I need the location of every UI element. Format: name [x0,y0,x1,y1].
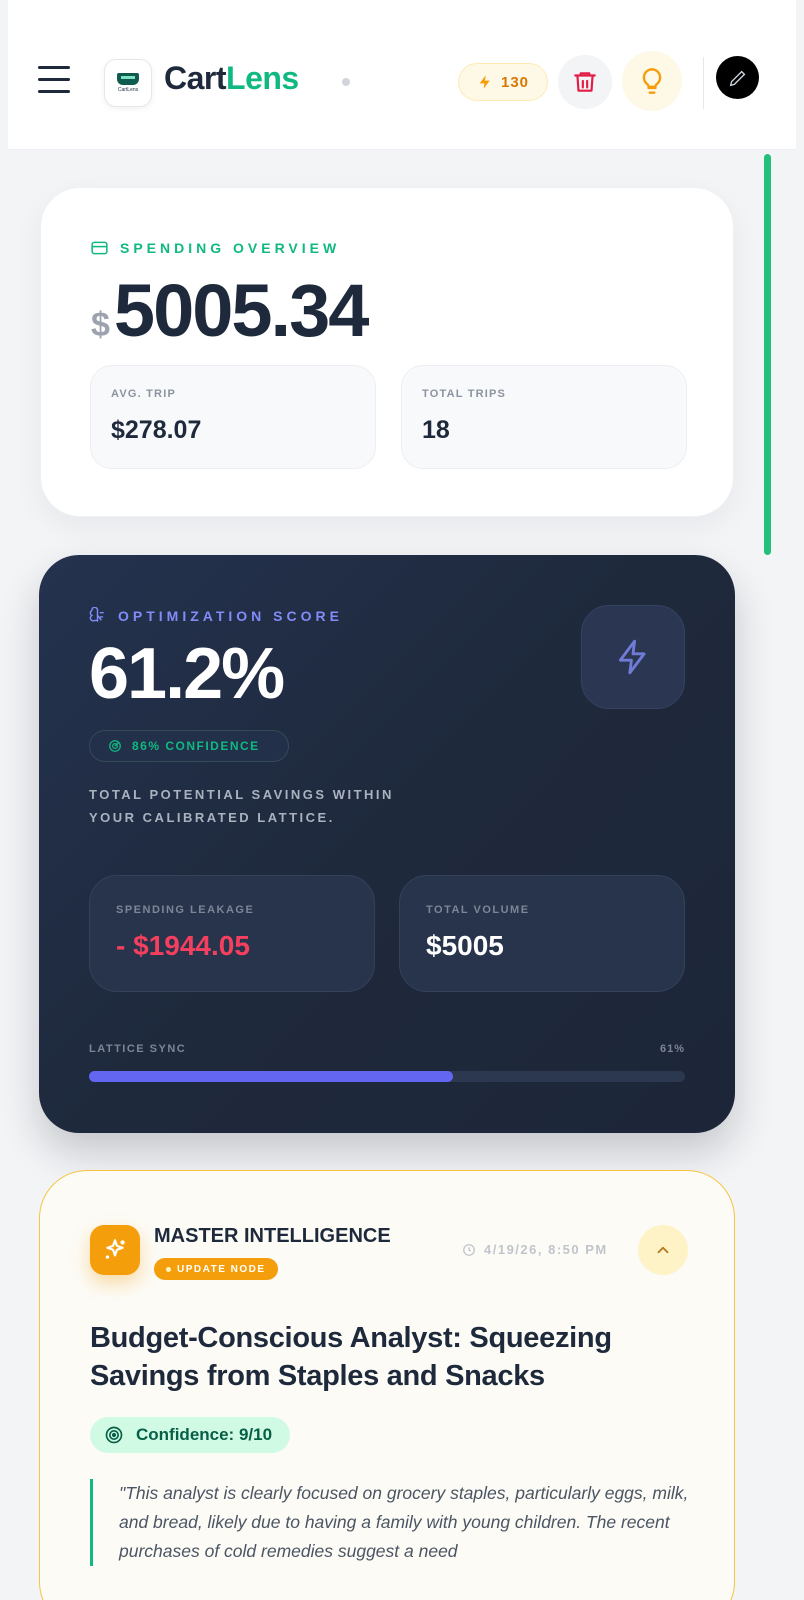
logo-mini-text: CartLens [117,87,139,93]
spending-label: SPENDING OVERVIEW [120,240,341,256]
insight-headline: Budget-Conscious Analyst: Squeezing Savi… [90,1322,612,1392]
points-value: 130 [500,73,530,91]
bolt-outline-icon [618,639,646,675]
volume-value: $5005 [426,930,504,961]
user-avatar[interactable] [716,56,759,99]
brand-name: CartLens [164,60,299,97]
total-trips-label: TOTAL TRIPS [422,388,507,400]
insight-quote: "This analyst is clearly focused on groc… [90,1479,690,1566]
trash-button[interactable] [558,55,612,109]
optimization-score: 61.2% [89,634,285,714]
chevron-up-icon [657,1246,669,1254]
avatar-pen-icon [729,70,745,86]
avg-trip-value: $278.07 [111,416,202,444]
collapse-button[interactable] [638,1225,688,1275]
currency-symbol: $ [91,306,110,344]
sync-progress-fill [89,1071,453,1082]
optimization-score-card: OPTIMIZATION SCORE 61.2% 86% CONFIDENCE … [39,555,735,1133]
insights-button[interactable] [622,51,682,111]
confidence-score-text: Confidence: 9/10 [136,1425,273,1444]
cart-logo-icon [117,73,139,85]
spending-overview-card: SPENDING OVERVIEW $ 5005.34 AVG. TRIP $2… [40,187,734,517]
total-trips-value: 18 [422,416,450,444]
menu-button[interactable] [38,66,70,94]
confidence-badge: 86% CONFIDENCE [89,730,289,762]
confidence-text: 86% CONFIDENCE [132,739,260,753]
optimize-action-button[interactable] [581,605,685,709]
status-dot [342,78,350,86]
total-spending: $ 5005.34 [91,268,369,353]
radar-icon [109,740,121,752]
badge-dot [166,1266,171,1272]
leakage-value: - $1944.05 [116,930,250,961]
total-volume-box: TOTAL VOLUME $5005 [399,875,685,992]
lightbulb-icon [642,68,662,94]
app-logo[interactable]: CartLens [104,59,152,107]
bolt-icon [479,75,490,89]
credit-card-icon [91,241,108,255]
clock-icon [463,1243,475,1256]
hamburger-line [38,90,70,93]
volume-label: TOTAL VOLUME [426,904,530,916]
master-title: MASTER INTELLIGENCE [154,1225,391,1247]
app-header: CartLens CartLens 130 [8,0,796,150]
hamburger-line [38,66,70,69]
avg-trip-label: AVG. TRIP [111,388,176,400]
total-trips-box: TOTAL TRIPS 18 [401,365,687,469]
avg-trip-box: AVG. TRIP $278.07 [90,365,376,469]
sync-percent: 61% [659,1043,685,1055]
target-icon [105,1426,123,1444]
optimization-description: TOTAL POTENTIAL SAVINGS WITHIN YOUR CALI… [89,787,394,825]
spending-label-row: SPENDING OVERVIEW [91,240,340,256]
confidence-score-badge: Confidence: 9/10 [90,1417,291,1453]
total-spending-value: 5005.34 [113,269,369,352]
sync-label: LATTICE SYNC [89,1043,187,1055]
update-node-text: UPDATE NODE [177,1263,266,1275]
header-divider [703,57,704,109]
trash-icon [574,72,596,92]
scrollbar-thumb[interactable] [764,154,771,555]
leakage-label: SPENDING LEAKAGE [116,904,255,916]
brand-part-1: Cart [164,60,227,96]
hamburger-line [38,78,70,81]
sync-progress-bar [89,1071,685,1082]
master-intelligence-card: MASTER INTELLIGENCE UPDATE NODE 4/19/26,… [39,1170,735,1600]
sparkles-badge [90,1225,140,1275]
timestamp-text: 4/19/26, 8:50 PM [484,1242,608,1257]
optimization-label-row: OPTIMIZATION SCORE [89,607,343,624]
brand-part-2: Lens [226,60,299,96]
spending-leakage-box: SPENDING LEAKAGE - $1944.05 [89,875,375,992]
update-node-badge: UPDATE NODE [154,1258,278,1280]
master-timestamp: 4/19/26, 8:50 PM [462,1242,608,1257]
points-badge[interactable]: 130 [458,63,548,101]
sparkles-icon [105,1239,125,1259]
brain-icon [89,607,104,622]
optimization-label: OPTIMIZATION SCORE [118,607,343,624]
